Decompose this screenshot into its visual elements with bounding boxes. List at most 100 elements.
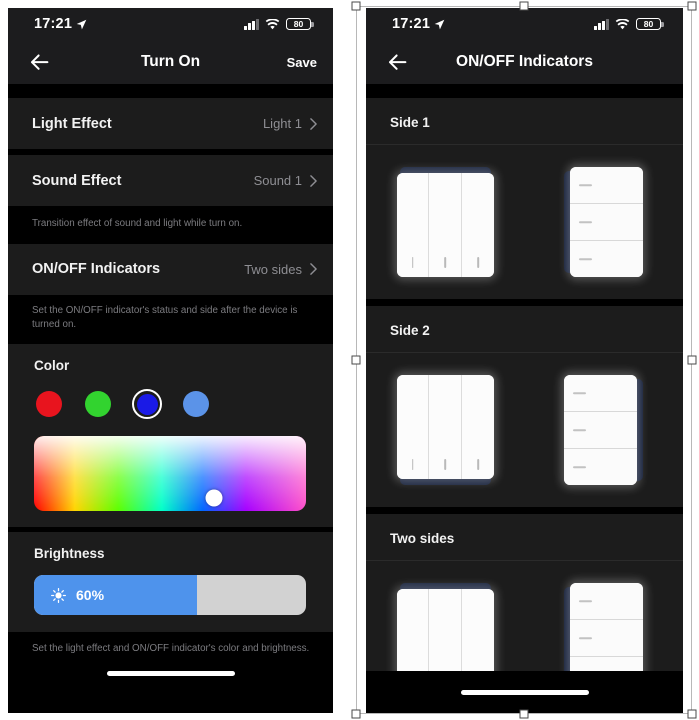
battery-level: 80: [643, 18, 654, 29]
right-content: Side 1 Side 2 Two sides: [366, 84, 683, 713]
status-time: 17:21: [34, 16, 73, 32]
page-title: ON/OFF Indicators: [456, 53, 593, 70]
arrow-left-icon: [30, 53, 48, 70]
footnote-indicators: Set the ON/OFF indicator's status and si…: [8, 294, 333, 345]
row-label: Sound Effect: [32, 172, 122, 189]
section-body-side-1[interactable]: [366, 145, 683, 299]
brightness-slider-wrap: 60%: [8, 561, 333, 616]
spacer: [8, 84, 333, 98]
home-indicator-area-right: [366, 671, 683, 713]
home-indicator-bar[interactable]: [460, 689, 589, 695]
row-sound-effect[interactable]: Sound Effect Sound 1: [8, 155, 333, 206]
page-title: Turn On: [140, 53, 201, 70]
device-front-slot[interactable]: [366, 375, 525, 485]
arrow-left-icon: [388, 53, 406, 70]
battery-icon: 80: [636, 17, 664, 31]
device-side-view: [564, 375, 644, 485]
brightness-slider[interactable]: 60%: [34, 575, 306, 616]
switch-segment: [570, 204, 644, 241]
home-indicator-area-left: [8, 656, 333, 691]
brightness-slider-fill: 60%: [34, 575, 198, 616]
switch-gang: [429, 375, 463, 479]
switch-plate-side: [570, 167, 644, 277]
switch-gang: [396, 375, 430, 479]
brightness-value: 60%: [76, 587, 105, 604]
color-swatch-list: [8, 373, 333, 420]
back-button[interactable]: [382, 47, 412, 77]
save-button[interactable]: Save: [287, 55, 317, 70]
status-indicators-right: 80: [594, 17, 664, 31]
color-section-title: Color: [34, 358, 70, 374]
switch-plate-side: [564, 375, 638, 485]
screenshot-root: 17:21 80 Turn On Save Light Effect Light…: [0, 0, 699, 720]
left-content: Light Effect Light 1 Sound Effect Sound …: [8, 84, 333, 713]
device-front-view: [396, 375, 494, 485]
selection-handle-middle-right[interactable]: [687, 355, 697, 365]
selection-handle-top-center[interactable]: [519, 1, 529, 11]
switch-segment: [570, 620, 644, 657]
switch-plate: [396, 375, 494, 479]
row-value: Sound 1: [253, 173, 302, 188]
selection-handle-middle-left[interactable]: [351, 355, 361, 365]
switch-segment: [564, 375, 638, 412]
spacer: [366, 507, 683, 514]
status-indicators-left: 80: [244, 17, 314, 31]
switch-gang: [462, 375, 494, 479]
color-section: Color: [8, 344, 333, 528]
row-label: Light Effect: [32, 115, 112, 132]
spacer: [366, 299, 683, 306]
gradient-white-layer: [34, 436, 306, 512]
row-right: Sound 1: [254, 173, 317, 188]
chevron-right-icon: [310, 117, 317, 130]
sun-icon: [51, 587, 66, 603]
switch-plate: [396, 173, 494, 277]
section-title-two-sides: Two sides: [366, 514, 683, 561]
back-button[interactable]: [24, 47, 54, 77]
selection-handle-top-right[interactable]: [687, 1, 697, 11]
wifi-icon: [265, 18, 280, 29]
footnote-bottom: Set the light effect and ON/OFF indicato…: [8, 632, 333, 657]
color-swatch-light-blue[interactable]: [181, 389, 211, 419]
row-label: ON/OFF Indicators: [32, 261, 161, 278]
row-light-effect[interactable]: Light Effect Light 1: [8, 98, 333, 149]
location-arrow-icon: [76, 19, 87, 29]
color-picker-knob[interactable]: [205, 489, 223, 507]
device-side-slot[interactable]: [525, 375, 684, 485]
nav-bar-left: Turn On Save: [8, 40, 333, 84]
selection-handle-bottom-right[interactable]: [687, 709, 697, 719]
switch-segment: [570, 241, 644, 277]
section-title-side-2: Side 2: [366, 306, 683, 353]
selection-handle-top-left[interactable]: [351, 1, 361, 11]
brightness-section-title: Brightness: [34, 546, 105, 562]
chevron-right-icon: [310, 174, 317, 187]
device-side-view: [564, 167, 644, 277]
selection-handle-bottom-center[interactable]: [519, 709, 529, 719]
switch-segment: [570, 583, 644, 620]
row-right: Two sides: [244, 262, 317, 277]
color-picker-wrap: [8, 419, 333, 512]
color-gradient-picker[interactable]: [34, 436, 306, 512]
status-bar-right: 17:21 80: [366, 8, 683, 40]
device-front-view: [396, 167, 494, 277]
home-indicator-bar[interactable]: [106, 671, 235, 677]
cellular-signal-icon: [594, 18, 609, 30]
status-time-group: 17:21: [34, 16, 87, 32]
color-swatch-blue[interactable]: [132, 389, 162, 420]
location-arrow-icon: [434, 19, 445, 29]
row-value: Light 1: [262, 116, 302, 131]
device-front-slot[interactable]: [366, 167, 525, 277]
cellular-signal-icon: [244, 18, 259, 30]
brightness-section: Brightness 60%: [8, 532, 333, 633]
switch-gang: [429, 173, 463, 277]
section-body-side-2[interactable]: [366, 353, 683, 507]
spacer: [366, 84, 683, 98]
wifi-icon: [615, 18, 630, 29]
row-onoff-indicators[interactable]: ON/OFF Indicators Two sides: [8, 243, 333, 295]
color-swatch-green[interactable]: [83, 389, 113, 419]
color-swatch-red[interactable]: [34, 389, 64, 419]
right-phone-screen: 17:21 80 ON/OFF Indicators Side 1 Side 2…: [366, 8, 683, 713]
device-side-slot[interactable]: [525, 167, 684, 277]
status-bar-left: 17:21 80: [8, 8, 333, 40]
selection-handle-bottom-left[interactable]: [351, 709, 361, 719]
switch-gang: [396, 173, 430, 277]
